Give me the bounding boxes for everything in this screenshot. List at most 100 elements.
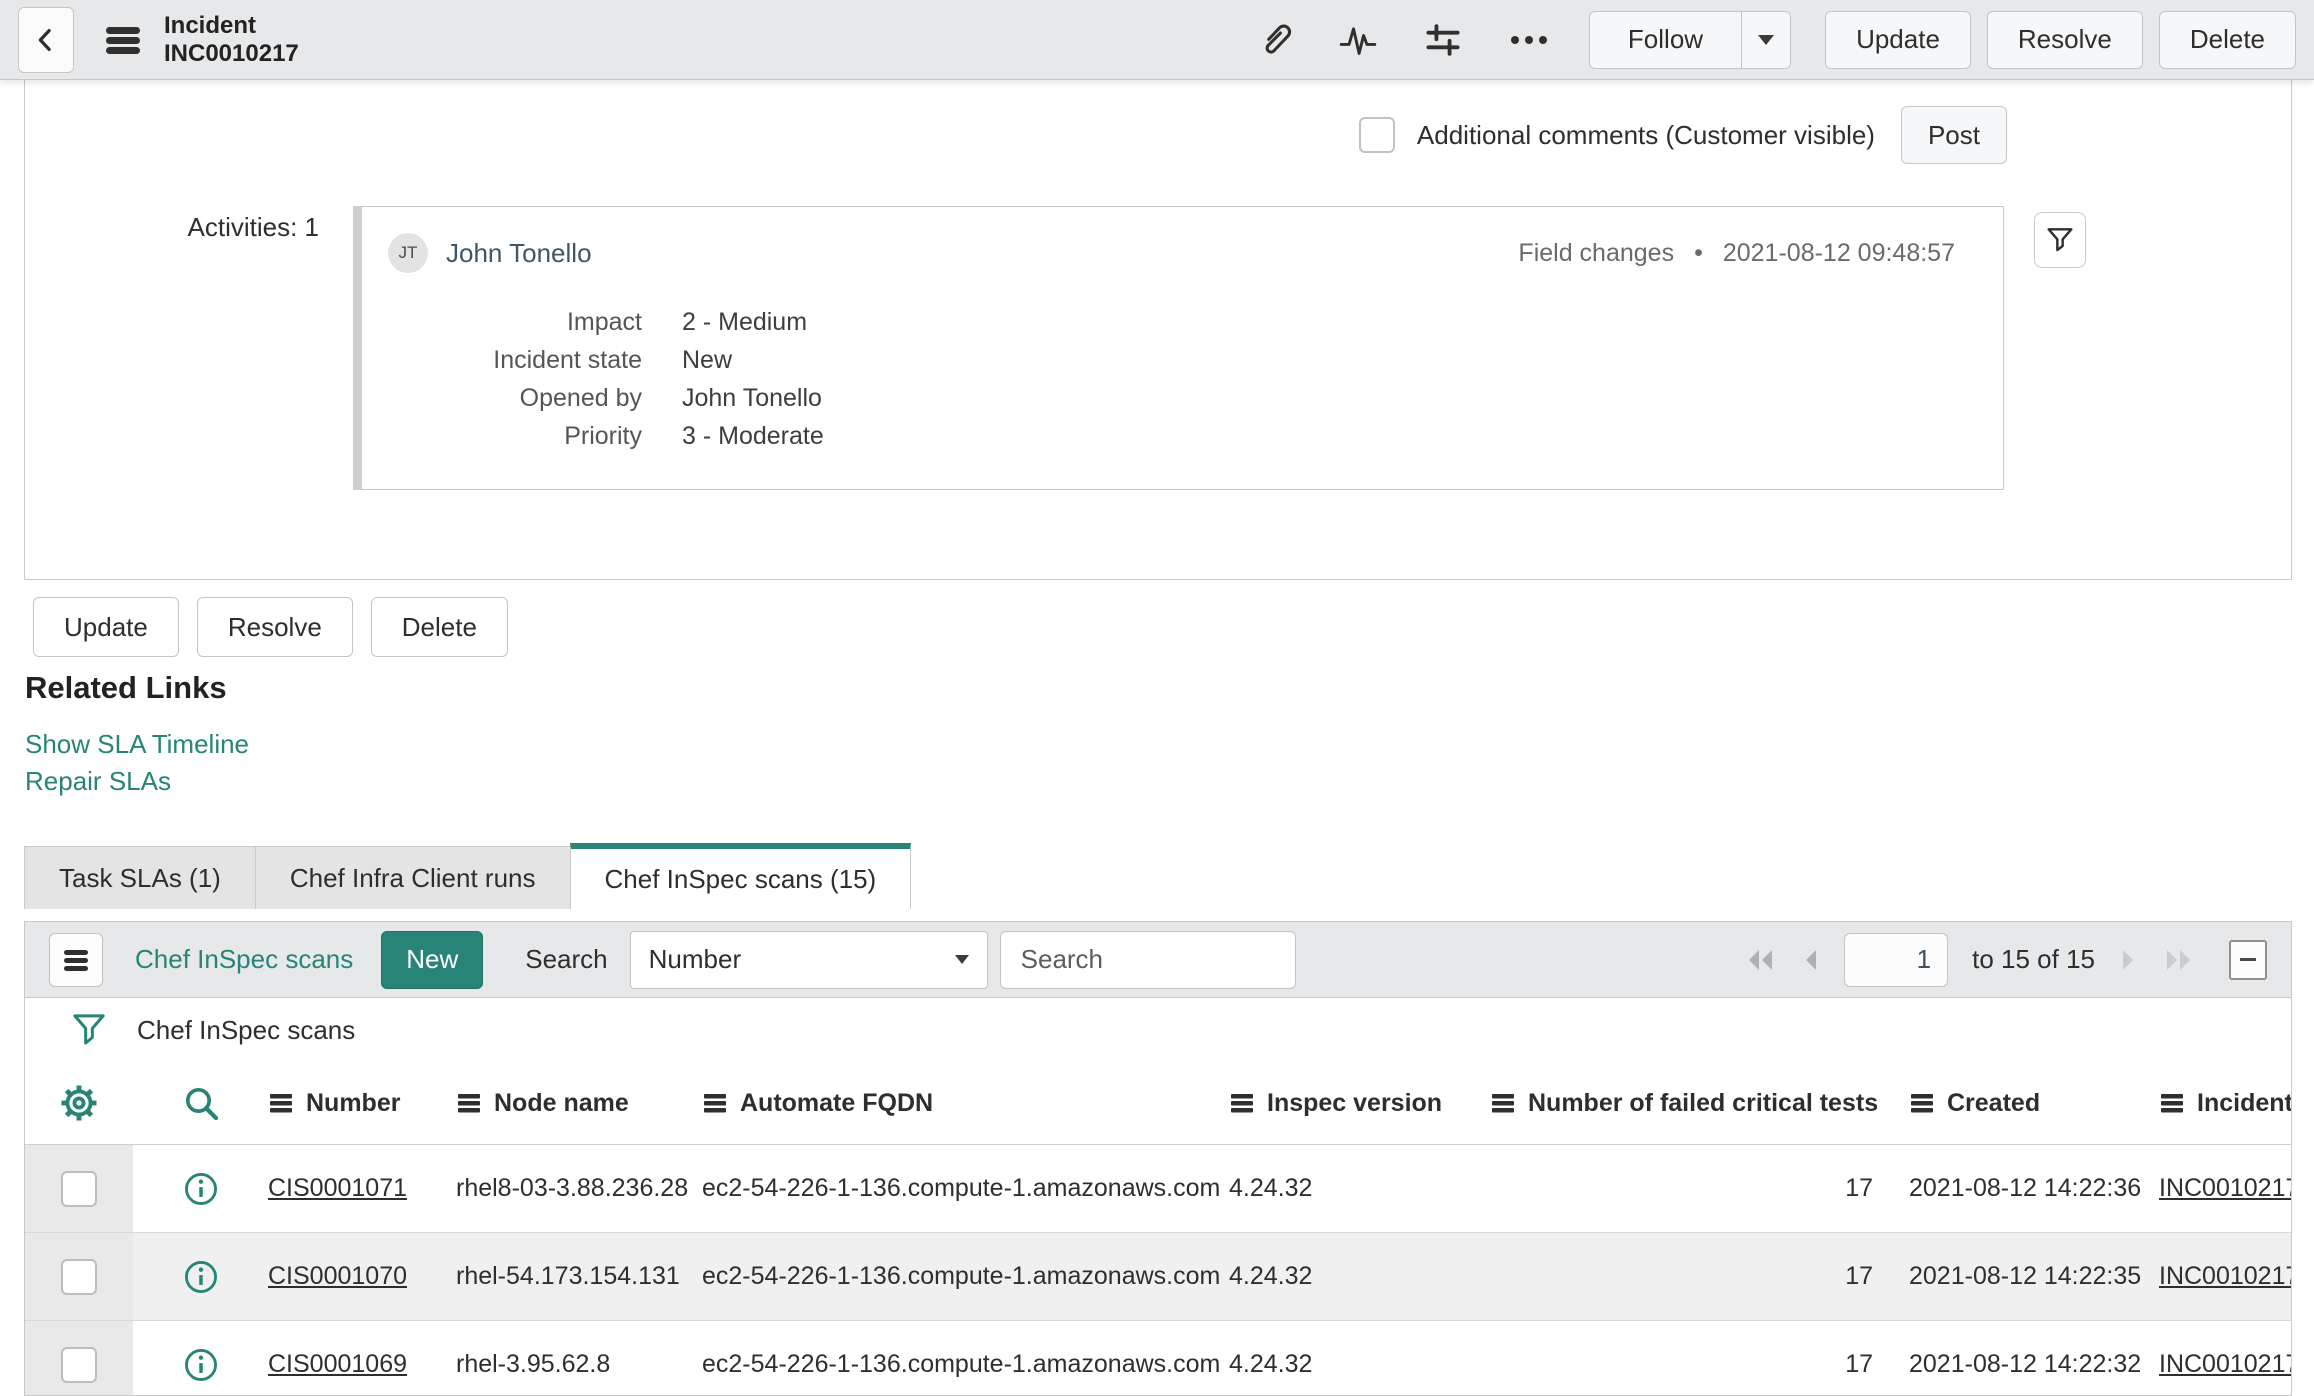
page-number-input[interactable] xyxy=(1844,932,1949,987)
last-page-icon[interactable] xyxy=(2163,947,2193,973)
additional-comments-row: Additional comments (Customer visible) P… xyxy=(25,106,2291,164)
activity-filter-button[interactable] xyxy=(2034,212,2086,268)
column-label: Automate FQDN xyxy=(740,1088,934,1117)
cell-created: 2021-08-12 14:22:35 xyxy=(1909,1262,2142,1290)
search-rows-icon[interactable] xyxy=(133,1083,268,1123)
field-change-row: Opened by John Tonello xyxy=(388,379,1969,417)
column-menu-icon[interactable] xyxy=(268,1092,294,1114)
post-button[interactable]: Post xyxy=(1900,106,2007,164)
scan-number-link[interactable]: CIS0001069 xyxy=(268,1350,407,1378)
chevron-down-icon xyxy=(1758,34,1775,45)
tab-chef-inspec-scans[interactable]: Chef InSpec scans (15) xyxy=(569,843,912,909)
incident-link[interactable]: INC0010217 xyxy=(2159,1350,2291,1378)
tab-task-slas[interactable]: Task SLAs (1) xyxy=(24,846,256,909)
cell-created: 2021-08-12 14:22:36 xyxy=(1909,1174,2142,1202)
column-label: Number xyxy=(306,1088,401,1117)
back-button[interactable] xyxy=(18,6,74,73)
column-label: Created xyxy=(1947,1088,2041,1117)
follow-dropdown-button[interactable] xyxy=(1742,10,1792,69)
column-menu-icon[interactable] xyxy=(2159,1092,2185,1114)
scan-number-link[interactable]: CIS0001070 xyxy=(268,1262,407,1290)
cell-automate-fqdn: ec2-54-226-1-136.compute-1.amazonaws.com xyxy=(702,1350,1221,1378)
list-pagination: to 15 of 15 xyxy=(1746,932,2267,987)
funnel-icon xyxy=(2044,224,2076,256)
field-label: Impact xyxy=(566,308,642,336)
cell-node-name: rhel8-03-3.88.236.28 xyxy=(456,1174,689,1202)
row-select-cell xyxy=(25,1321,133,1395)
personalize-gear-icon[interactable] xyxy=(25,1082,133,1124)
resolve-button-top[interactable]: Resolve xyxy=(1986,10,2143,69)
delete-button-top[interactable]: Delete xyxy=(2158,10,2296,69)
search-column-select[interactable]: Number xyxy=(629,930,988,989)
column-header-automate-fqdn[interactable]: Automate FQDN xyxy=(702,1089,1229,1118)
column-menu-icon[interactable] xyxy=(1490,1092,1516,1114)
more-options-icon[interactable] xyxy=(1507,30,1551,50)
info-icon[interactable] xyxy=(133,1346,268,1384)
column-header-created[interactable]: Created xyxy=(1909,1089,2159,1118)
update-button[interactable]: Update xyxy=(33,597,179,657)
collapse-list-button[interactable] xyxy=(2229,939,2267,980)
repair-slas-link[interactable]: Repair SLAs xyxy=(25,766,171,797)
row-checkbox[interactable] xyxy=(61,1346,97,1383)
new-record-button[interactable]: New xyxy=(381,930,484,989)
incident-link[interactable]: INC0010217 xyxy=(2159,1174,2291,1202)
chevron-down-icon xyxy=(954,955,969,964)
field-value: 2 - Medium xyxy=(682,308,808,336)
context-menu-icon[interactable] xyxy=(104,24,142,56)
update-button-top[interactable]: Update xyxy=(1825,10,1971,69)
field-changes-list: Impact 2 - Medium Incident state New Ope… xyxy=(388,303,1969,455)
column-menu-icon[interactable] xyxy=(1229,1092,1255,1114)
paperclip-icon[interactable] xyxy=(1257,21,1293,59)
chevron-left-icon xyxy=(31,25,61,55)
customer-visible-checkbox[interactable] xyxy=(1358,117,1395,153)
follow-split-button: Follow xyxy=(1588,10,1792,69)
meta-separator-dot: • xyxy=(1694,238,1703,267)
follow-button[interactable]: Follow xyxy=(1588,10,1743,69)
list-title[interactable]: Chef InSpec scans xyxy=(135,944,353,975)
list-menu-button[interactable] xyxy=(49,932,103,987)
incident-link[interactable]: INC0010217 xyxy=(2159,1262,2291,1290)
tab-chef-infra-client-runs[interactable]: Chef Infra Client runs xyxy=(254,846,571,909)
field-change-row: Impact 2 - Medium xyxy=(388,303,1969,341)
column-menu-icon[interactable] xyxy=(456,1092,482,1114)
record-type: Incident xyxy=(164,11,257,39)
funnel-icon-teal[interactable] xyxy=(69,1009,109,1051)
resolve-button[interactable]: Resolve xyxy=(196,597,353,657)
column-header-inspec-version[interactable]: Inspec version xyxy=(1229,1089,1490,1118)
record-title: Incident INC0010217 xyxy=(164,12,299,68)
column-header-node-name[interactable]: Node name xyxy=(456,1089,702,1118)
activity-author[interactable]: John Tonello xyxy=(446,238,592,269)
info-icon[interactable] xyxy=(133,1258,268,1296)
next-page-icon[interactable] xyxy=(2119,947,2139,973)
info-icon[interactable] xyxy=(133,1170,268,1208)
column-header-failed-critical-tests[interactable]: Number of failed critical tests xyxy=(1490,1089,1909,1118)
field-change-row: Incident state New xyxy=(388,341,1969,379)
column-header-number[interactable]: Number xyxy=(268,1089,456,1118)
column-label: Node name xyxy=(494,1088,629,1117)
activities-count-label: Activities: 1 xyxy=(187,212,320,242)
chef-inspec-scans-list: Chef InSpec scans New Search Number to 1… xyxy=(24,921,2292,1396)
scan-number-link[interactable]: CIS0001071 xyxy=(268,1174,407,1202)
list-filter-row: Chef InSpec scans xyxy=(25,998,2291,1062)
cell-failed-tests: 17 xyxy=(1845,1350,1873,1378)
column-menu-icon[interactable] xyxy=(1909,1092,1935,1114)
personalize-sliders-icon[interactable] xyxy=(1423,21,1463,59)
search-label: Search xyxy=(525,944,608,974)
column-menu-icon[interactable] xyxy=(702,1092,728,1114)
cell-failed-tests: 17 xyxy=(1845,1262,1873,1290)
avatar: JT xyxy=(388,233,428,273)
activity-pulse-icon[interactable] xyxy=(1337,21,1379,59)
previous-page-icon[interactable] xyxy=(1800,947,1820,973)
activity-timestamp: 2021-08-12 09:48:57 xyxy=(1722,238,1955,267)
row-checkbox[interactable] xyxy=(61,1170,97,1207)
list-search-input[interactable] xyxy=(999,930,1296,989)
column-header-incident[interactable]: Incident xyxy=(2159,1089,2291,1118)
cell-inspec-version: 4.24.32 xyxy=(1229,1350,1313,1378)
row-checkbox[interactable] xyxy=(61,1258,97,1295)
record-number: INC0010217 xyxy=(164,39,299,67)
filter-breadcrumb[interactable]: Chef InSpec scans xyxy=(137,1015,355,1046)
delete-button[interactable]: Delete xyxy=(370,597,508,657)
first-page-icon[interactable] xyxy=(1746,947,1776,973)
field-value: New xyxy=(682,346,733,374)
show-sla-timeline-link[interactable]: Show SLA Timeline xyxy=(25,729,249,760)
